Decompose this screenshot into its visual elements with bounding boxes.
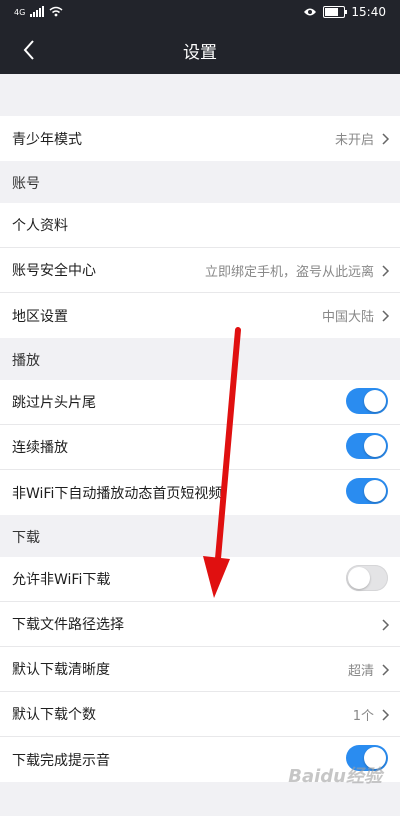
account-security-label: 账号安全中心 (12, 263, 96, 279)
download-quality-right: 超清 (348, 647, 390, 692)
youth-mode-right: 未开启 (335, 116, 390, 161)
chevron-right-icon (382, 618, 390, 631)
toggle-knob (364, 435, 386, 457)
autoplay-next-label: 连续播放 (12, 440, 68, 456)
page-title: 设置 (183, 43, 217, 63)
status-right: 15:40 (303, 5, 386, 19)
top-spacer (0, 74, 400, 116)
chevron-right-icon (382, 309, 390, 322)
allow-non-wifi-download-row: 允许非WiFi下载 (0, 557, 400, 602)
battery-icon (323, 6, 348, 18)
account-section-header: 账号 (12, 176, 40, 192)
playback-section-header: 播放 (12, 353, 40, 369)
toggle-knob (364, 480, 386, 502)
download-count-row[interactable]: 默认下载个数 1个 (0, 692, 400, 737)
toggle-knob (348, 567, 370, 589)
network-type: 4G (14, 8, 26, 17)
download-quality-row[interactable]: 默认下载清晰度 超清 (0, 647, 400, 692)
download-count-right: 1个 (353, 692, 390, 737)
download-section-header: 下载 (12, 530, 40, 546)
youth-mode-row[interactable]: 青少年模式 未开启 (0, 116, 400, 161)
wifi-icon (49, 6, 63, 17)
skip-intro-row: 跳过片头片尾 (0, 380, 400, 425)
download-complete-sound-label: 下载完成提示音 (12, 752, 110, 769)
download-quality-label: 默认下载清晰度 (12, 662, 110, 678)
account-security-row[interactable]: 账号安全中心 立即绑定手机，盗号从此远离 (0, 248, 400, 293)
account-security-value: 立即绑定手机，盗号从此远离 (204, 265, 374, 280)
youth-mode-value: 未开启 (334, 133, 374, 148)
region-value: 中国大陆 (321, 310, 374, 325)
download-count-label: 默认下载个数 (12, 707, 96, 723)
clock: 15:40 (351, 5, 386, 19)
region-row[interactable]: 地区设置 中国大陆 (0, 293, 400, 338)
youth-mode-label: 青少年模式 (12, 131, 82, 148)
settings-list: 青少年模式 未开启 账号 个人资料 账号安全中心 立即绑定手机，盗号从此远离 地… (0, 74, 400, 782)
download-path-right (380, 602, 390, 647)
allow-non-wifi-download-label: 允许非WiFi下载 (12, 572, 111, 588)
toggle-knob (364, 390, 386, 412)
eye-icon (304, 8, 317, 16)
download-path-label: 下载文件路径选择 (12, 617, 124, 633)
chevron-right-icon (382, 663, 390, 676)
baidu-watermark: Baidu经验 (288, 766, 382, 787)
chevron-right-icon (382, 132, 390, 145)
title-bar: 设置 (0, 26, 400, 74)
profile-label: 个人资料 (12, 218, 68, 234)
non-wifi-autoplay-toggle[interactable] (346, 478, 388, 504)
region-label: 地区设置 (12, 308, 68, 325)
status-left: 4G (14, 6, 63, 17)
autoplay-next-row: 连续播放 (0, 425, 400, 470)
skip-intro-toggle[interactable] (346, 388, 388, 414)
signal-icon (30, 6, 45, 17)
non-wifi-autoplay-label: 非WiFi下自动播放动态首页短视频 (12, 485, 223, 502)
autoplay-next-toggle[interactable] (346, 433, 388, 459)
download-quality-value: 超清 (347, 664, 374, 679)
chevron-right-icon (382, 708, 390, 721)
status-bar: 4G 15:40 (0, 0, 400, 26)
download-count-value: 1个 (352, 709, 374, 724)
skip-intro-label: 跳过片头片尾 (12, 395, 96, 411)
profile-row[interactable]: 个人资料 (0, 203, 400, 248)
account-security-right: 立即绑定手机，盗号从此远离 (205, 248, 390, 293)
region-right: 中国大陆 (322, 293, 390, 338)
allow-non-wifi-download-toggle[interactable] (346, 565, 388, 591)
download-path-row[interactable]: 下载文件路径选择 (0, 602, 400, 647)
non-wifi-autoplay-row: 非WiFi下自动播放动态首页短视频 (0, 470, 400, 515)
chevron-right-icon (382, 264, 390, 277)
